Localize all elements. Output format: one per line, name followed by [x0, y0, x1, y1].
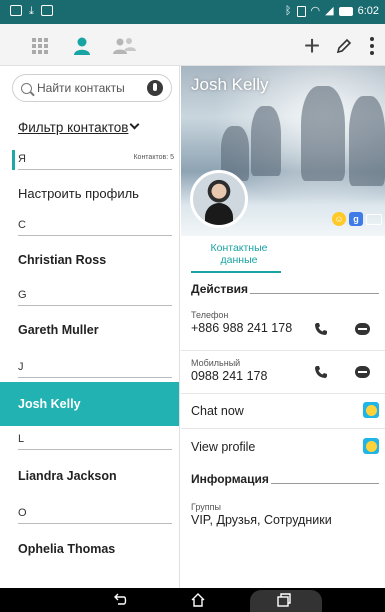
download-icon: ⤓ [29, 5, 34, 17]
section-title: Информация [191, 472, 269, 486]
section-header: Я Контактов: 5 [0, 148, 179, 172]
message-icon[interactable] [355, 366, 370, 378]
section-title: Действия [191, 282, 249, 296]
list-item-contact[interactable]: Christian Ross [0, 238, 179, 282]
chat-now-row[interactable]: Chat now [191, 404, 379, 418]
google-account-icon[interactable]: g [349, 212, 363, 226]
navigation-bar [0, 588, 385, 612]
section-letter: C [18, 219, 26, 231]
tab-contact-details[interactable]: Контактные данные [195, 242, 283, 266]
vibrate-icon [296, 5, 306, 17]
list-item-contact[interactable]: Gareth Muller [0, 308, 179, 352]
search-icon [21, 82, 32, 94]
search-box[interactable]: Найти контакты [12, 74, 172, 102]
field-label: Группы [191, 502, 221, 512]
section-header: J [0, 356, 179, 380]
search-input[interactable]: Найти контакты [37, 81, 147, 95]
contact-name: Christian Ross [18, 253, 107, 267]
contact-name: Настроить профиль [18, 185, 139, 201]
contact-list-panel: Найти контакты Фильтр контактов Я Контак… [0, 66, 180, 588]
recent-apps-icon[interactable] [276, 592, 292, 608]
section-letter: G [18, 289, 27, 301]
section-letter: O [18, 507, 27, 519]
list-item-contact[interactable]: Liandra Jackson [0, 454, 179, 498]
chat-now-label: Chat now [191, 404, 244, 418]
toolbar: + [0, 24, 385, 66]
section-letter: L [18, 433, 25, 445]
section-letter: J [18, 361, 24, 373]
phone-number: +886 988 241 178 [191, 321, 293, 335]
contact-name: Liandra Jackson [18, 469, 117, 483]
contact-filter-dropdown[interactable]: Фильтр контактов [18, 119, 140, 135]
apps-grid-icon[interactable] [31, 34, 49, 58]
tab-indicator [191, 271, 281, 273]
mobile-number: 0988 241 178 [191, 369, 268, 383]
back-icon[interactable] [112, 592, 128, 608]
phone-field[interactable]: Телефон +886 988 241 178 [191, 310, 379, 335]
home-icon[interactable] [190, 592, 206, 608]
image-icon [40, 5, 53, 16]
chevron-down-icon [129, 119, 140, 130]
chat-app-icon[interactable] [363, 402, 379, 418]
view-profile-label: View profile [191, 440, 256, 454]
signal-icon: ◢ [325, 5, 334, 17]
battery-icon [338, 6, 353, 16]
contact-detail-panel: Josh Kelly ☺ g Контактные данные Действи… [181, 66, 385, 588]
contact-name: Josh Kelly [18, 397, 81, 411]
filter-label: Фильтр контактов [18, 120, 129, 135]
field-label: Телефон [191, 310, 229, 320]
actions-section-header: Действия [191, 282, 379, 296]
contact-name: Ophelia Thomas [18, 542, 116, 556]
list-item-my-profile[interactable]: Настроить профиль [0, 171, 179, 215]
groups-value: VIP, Друзья, Сотрудники [191, 513, 332, 527]
chat-app-icon[interactable] [363, 438, 379, 454]
microphone-icon[interactable] [147, 80, 163, 96]
call-icon[interactable] [314, 365, 328, 379]
list-item-contact-selected[interactable]: Josh Kelly [0, 382, 179, 426]
status-bar: ⤓ ᛒ ◠ ◢ 6:02 [0, 0, 385, 24]
section-header: L [0, 428, 179, 452]
section-letter: Я [18, 153, 26, 165]
avatar[interactable] [190, 170, 248, 228]
edit-icon[interactable] [334, 34, 354, 58]
section-header: O [0, 502, 179, 526]
clock: 6:02 [357, 5, 379, 17]
contacts-count: Контактов: 5 [133, 154, 174, 161]
section-header: C [0, 214, 179, 238]
contact-card-icon[interactable] [366, 213, 382, 225]
contact-name: Gareth Muller [18, 323, 99, 337]
add-contact-icon[interactable]: + [300, 32, 324, 60]
chat-app-icon[interactable]: ☺ [332, 212, 346, 226]
view-profile-row[interactable]: View profile [191, 440, 379, 454]
screenshot-icon [10, 5, 22, 16]
mobile-field[interactable]: Мобильный 0988 241 178 [191, 358, 379, 383]
section-header: G [0, 284, 179, 308]
contact-name-title: Josh Kelly [191, 75, 269, 94]
field-label: Мобильный [191, 358, 241, 368]
bluetooth-icon: ᛒ [284, 5, 292, 17]
contacts-person-icon[interactable] [70, 34, 94, 58]
more-options-icon[interactable] [366, 34, 378, 58]
call-icon[interactable] [314, 322, 328, 336]
list-item-contact[interactable]: Ophelia Thomas [0, 527, 179, 571]
wifi-icon: ◠ [310, 5, 321, 17]
fast-scroll-indicator[interactable] [12, 150, 15, 170]
message-icon[interactable] [355, 323, 370, 335]
groups-field[interactable]: Группы VIP, Друзья, Сотрудники [191, 502, 379, 527]
info-section-header: Информация [191, 472, 379, 486]
groups-icon[interactable] [110, 34, 138, 58]
